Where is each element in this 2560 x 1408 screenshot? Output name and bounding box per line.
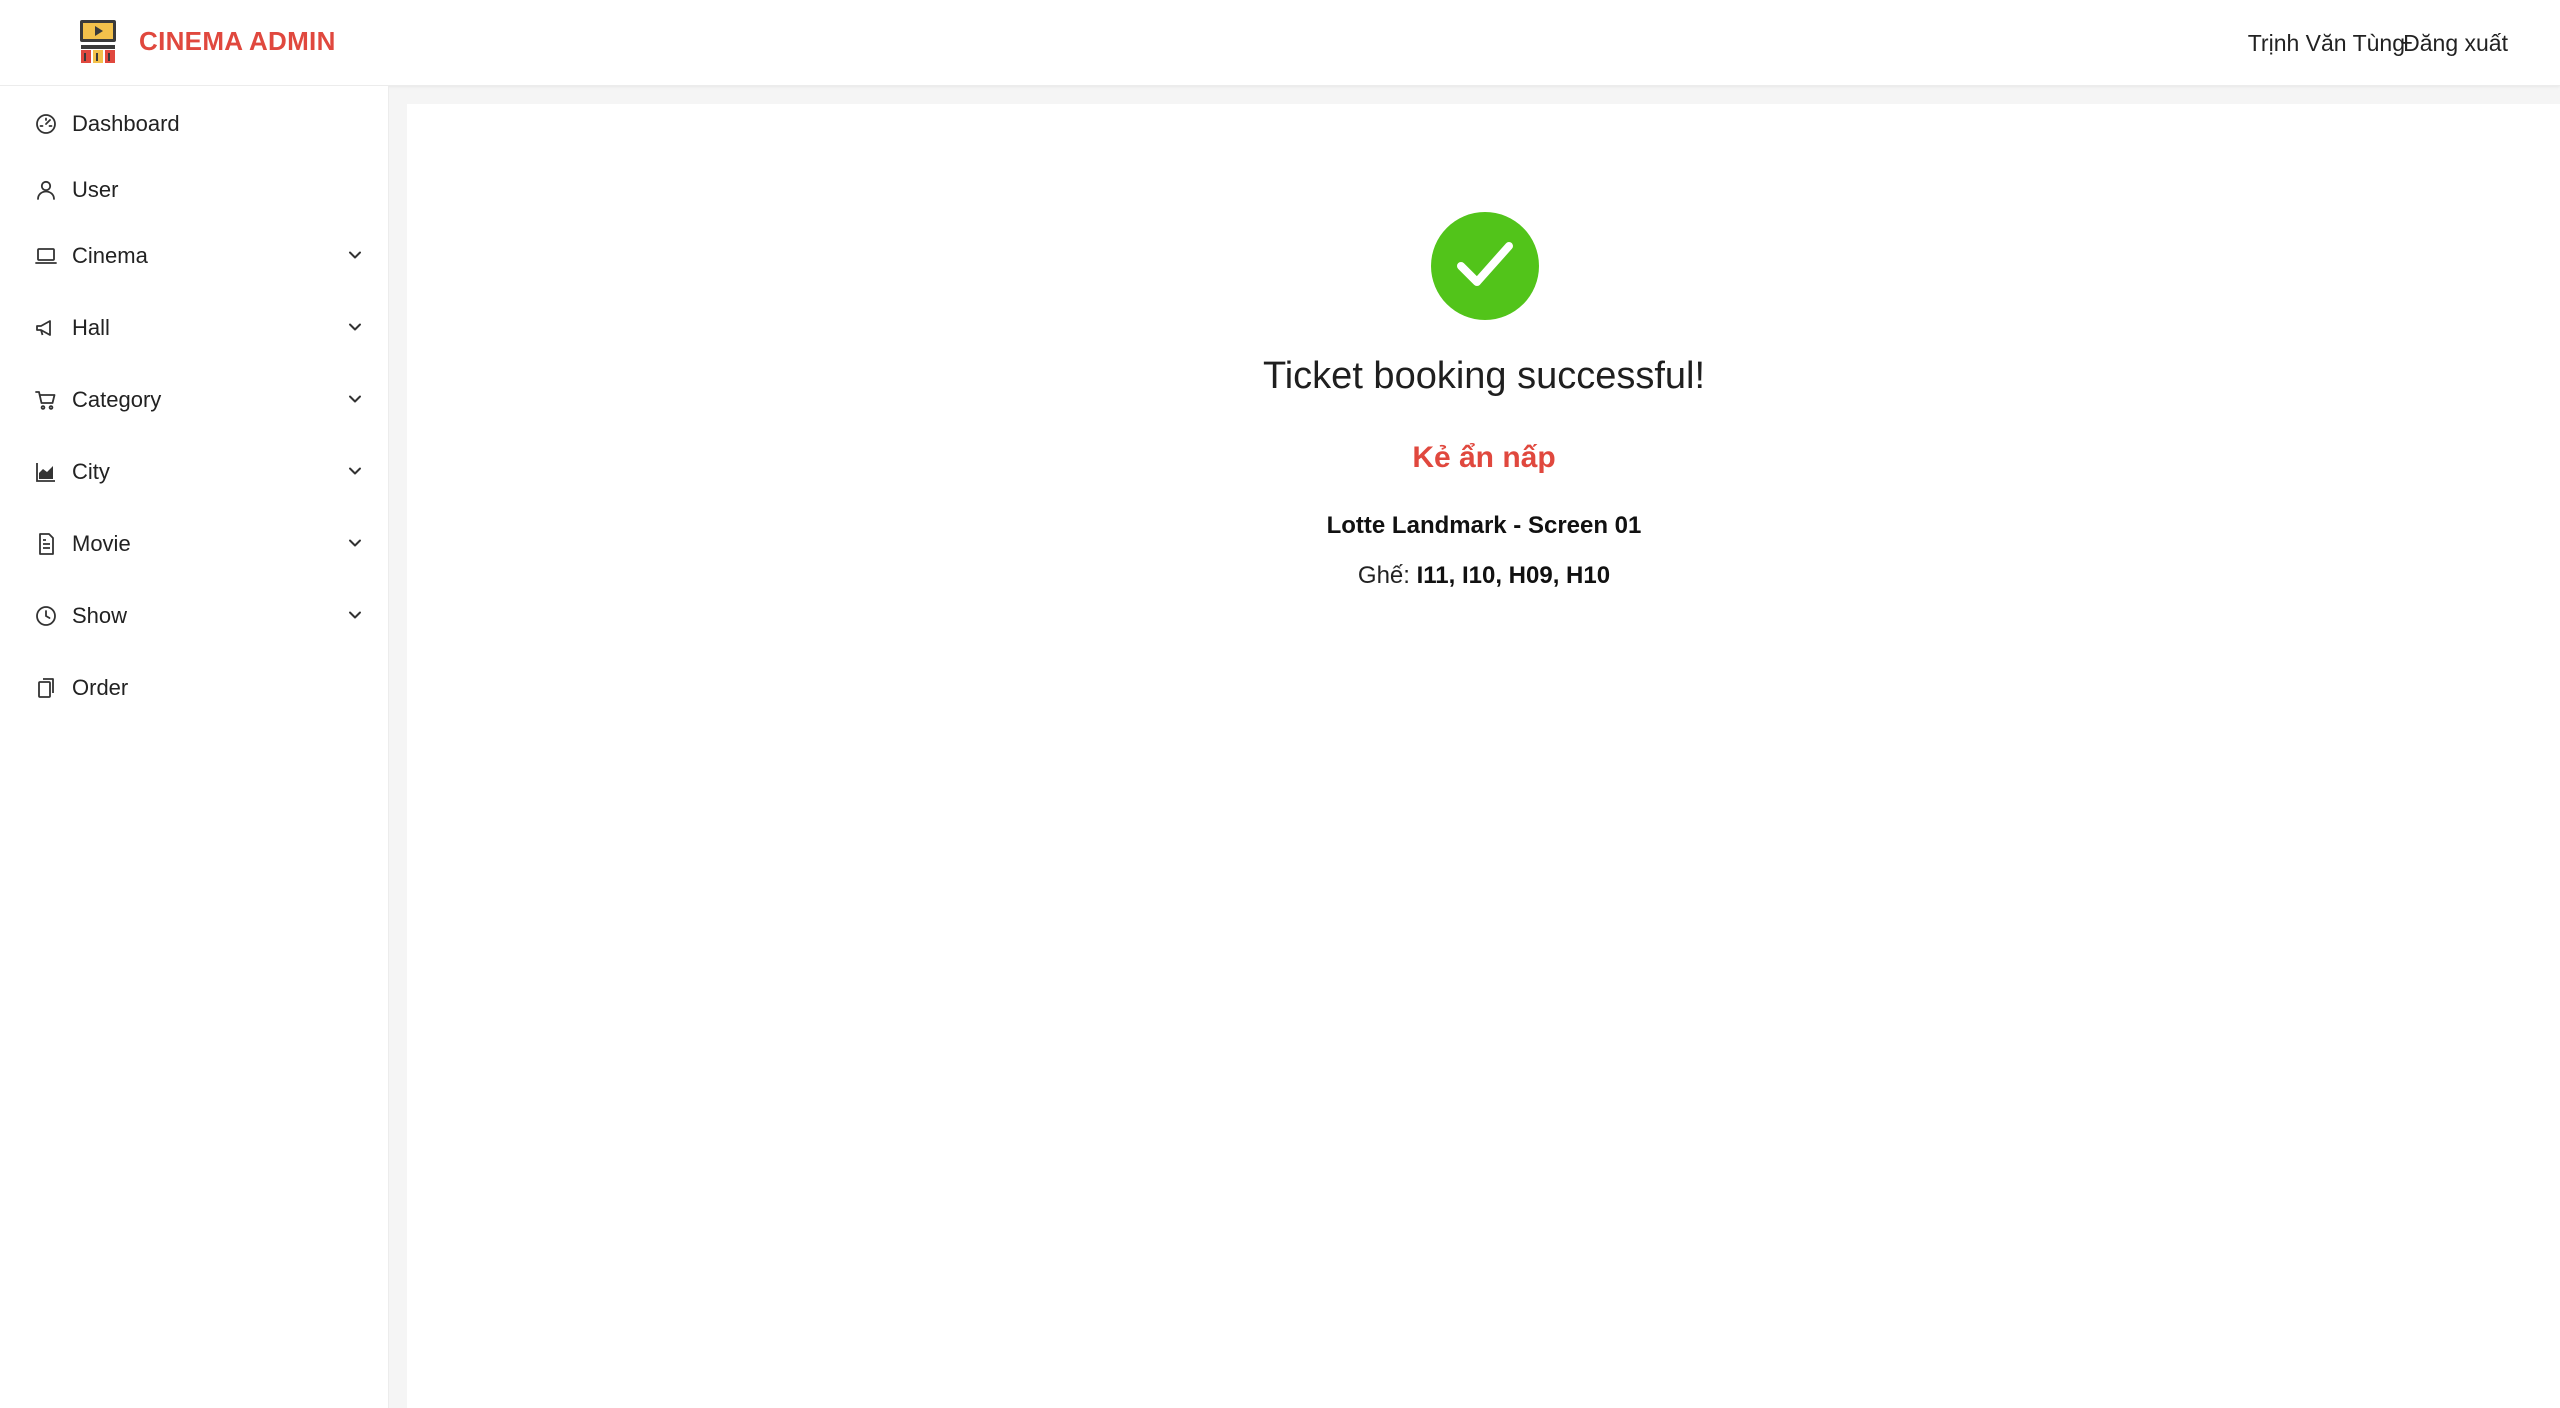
sidebar-item-label: Cinema	[72, 243, 148, 268]
copy-icon	[34, 676, 58, 700]
chevron-down-icon[interactable]	[344, 388, 366, 410]
chevron-down-icon[interactable]	[344, 532, 366, 554]
document-icon	[34, 532, 58, 556]
seats-label: Ghế:	[1357, 562, 1417, 589]
sidebar-item-label: Movie	[72, 531, 131, 556]
movie-title: Kẻ ẩn nấp	[1412, 441, 1556, 474]
check-circle-icon	[1431, 212, 1539, 320]
sidebar-item-label: Hall	[72, 315, 110, 340]
top-header: CINEMA ADMIN Trịnh Văn Tùng Đăng xuất	[0, 0, 2560, 86]
dashboard-gauge-icon	[34, 112, 58, 136]
sidebar-item-show[interactable]: Show	[0, 588, 388, 644]
shopping-cart-icon	[34, 388, 58, 412]
sidebar-item-label: User	[72, 177, 119, 202]
current-user-name: Trịnh Văn Tùng	[2247, 30, 2405, 56]
sidebar-item-label: Order	[72, 675, 129, 700]
cinema-screen: Lotte Landmark - Screen 01	[1326, 512, 1642, 539]
brand-title[interactable]: CINEMA ADMIN	[139, 26, 336, 57]
result-title: Ticket booking successful!	[1262, 355, 1706, 397]
laptop-icon	[34, 244, 58, 268]
sidebar-item-label: Category	[72, 387, 162, 412]
chevron-down-icon[interactable]	[344, 604, 366, 626]
sidebar-item-dashboard[interactable]: Dashboard	[0, 96, 388, 152]
sidebar-item-order[interactable]: Order	[0, 660, 388, 716]
sidebar-item-city[interactable]: City	[0, 444, 388, 500]
chevron-down-icon[interactable]	[344, 460, 366, 482]
sidebar-item-cinema[interactable]: Cinema	[0, 228, 388, 284]
seats-info: Ghế: I11, I10, H09, H10	[1000, 562, 1968, 590]
sidebar-item-label: Dashboard	[72, 111, 180, 136]
megaphone-icon	[34, 316, 58, 340]
sidebar-item-movie[interactable]: Movie	[0, 516, 388, 572]
logout-link[interactable]: Đăng xuất	[2403, 30, 2508, 57]
sidebar-item-label: City	[72, 459, 110, 484]
sidebar-item-label: Show	[72, 603, 128, 628]
sidebar-item-hall[interactable]: Hall	[0, 300, 388, 356]
sidebar-item-user[interactable]: User	[0, 162, 388, 218]
user-icon	[34, 178, 58, 202]
area-chart-icon	[34, 460, 58, 484]
clock-icon	[34, 604, 58, 628]
chevron-down-icon[interactable]	[344, 244, 366, 266]
cinema-clapper-icon[interactable]	[78, 18, 118, 64]
seats-value: I11, I10, H09, H10	[1416, 562, 1611, 589]
chevron-down-icon[interactable]	[344, 316, 366, 338]
sidebar-menu: Dashboard User Cinema Hall Category City…	[0, 86, 389, 1408]
sidebar-item-category[interactable]: Category	[0, 372, 388, 428]
